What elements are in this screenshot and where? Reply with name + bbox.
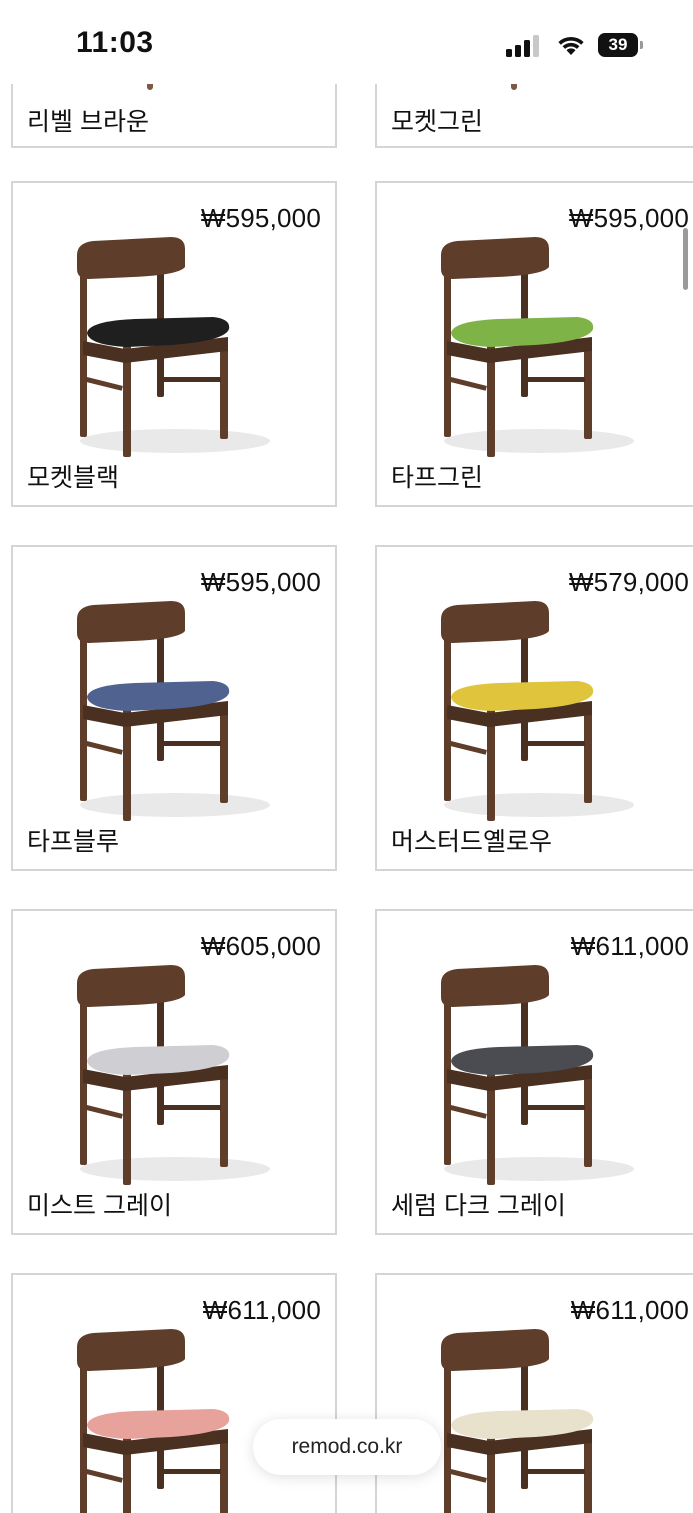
product-card[interactable]: ₩579,000 머스터드옐로우 xyxy=(375,545,693,871)
browser-url-bar[interactable]: remod.co.kr xyxy=(253,1419,441,1475)
product-card[interactable]: ₩611,000 xyxy=(11,1273,337,1513)
product-card[interactable]: ₩595,000 타프그린 xyxy=(375,181,693,507)
product-price: ₩595,000 xyxy=(200,203,321,233)
status-bar: 11:03 39 xyxy=(0,0,693,84)
product-name: 리벨 브라운 xyxy=(27,108,149,136)
product-price: ₩611,000 xyxy=(570,1295,689,1325)
product-price: ₩595,000 xyxy=(568,203,689,233)
product-card[interactable]: ₩595,000 모켓블랙 xyxy=(11,181,337,507)
product-name: 세럼 다크 그레이 xyxy=(391,1192,566,1220)
product-card[interactable]: 모켓그린 xyxy=(375,84,693,148)
product-name: 타프블루 xyxy=(27,828,120,856)
product-price: ₩611,000 xyxy=(202,1295,321,1325)
product-card[interactable]: ₩611,000 xyxy=(375,1273,693,1513)
product-card[interactable]: ₩605,000 미스트 그레이 xyxy=(11,909,337,1235)
product-price: ₩611,000 xyxy=(570,931,689,961)
battery-icon: 39 xyxy=(598,33,643,57)
chair-image xyxy=(441,1329,594,1513)
battery-level: 39 xyxy=(608,35,628,54)
wifi-icon xyxy=(558,36,584,55)
product-name: 모켓블랙 xyxy=(27,464,120,492)
product-card[interactable]: 리벨 브라운 xyxy=(11,84,337,148)
chair-image xyxy=(77,601,270,821)
chair-image xyxy=(77,1329,230,1513)
status-time: 11:03 xyxy=(76,26,154,59)
scrollbar[interactable] xyxy=(683,228,688,290)
cellular-signal-icon xyxy=(506,35,542,57)
product-name: 미스트 그레이 xyxy=(27,1192,172,1220)
product-price: ₩605,000 xyxy=(200,931,321,961)
product-name: 모켓그린 xyxy=(391,108,484,136)
chair-image xyxy=(441,965,634,1185)
chair-image xyxy=(77,237,270,457)
product-card[interactable]: ₩611,000 세럼 다크 그레이 xyxy=(375,909,693,1235)
chair-image xyxy=(77,965,270,1185)
product-card[interactable]: ₩595,000 타프블루 xyxy=(11,545,337,871)
product-price: ₩579,000 xyxy=(568,567,689,597)
chair-image xyxy=(441,601,634,821)
product-price: ₩595,000 xyxy=(200,567,321,597)
product-name: 타프그린 xyxy=(391,464,484,492)
chair-image xyxy=(441,237,634,457)
product-grid: 리벨 브라운 모켓그린 ₩595,000 모켓블랙 ₩595,000 타프그린 … xyxy=(0,0,693,1513)
product-name: 머스터드옐로우 xyxy=(391,828,553,856)
